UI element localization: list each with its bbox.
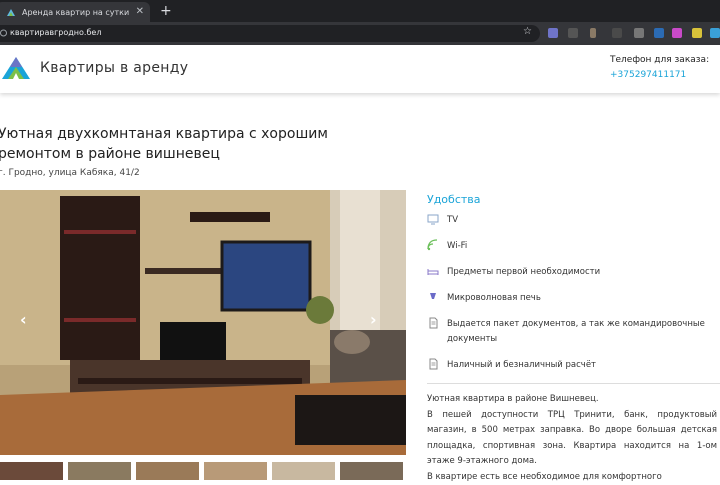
gallery-thumbnail[interactable] (136, 462, 199, 480)
description-heading: Уютная квартира в районе Вишневец. (427, 392, 717, 408)
amenity-label: Выдается пакет документов, а так же кома… (447, 317, 717, 347)
gallery-thumbnail[interactable] (204, 462, 267, 480)
extension-icon[interactable] (548, 28, 558, 38)
wifi-icon (427, 239, 439, 251)
amenities-heading: Удобства (427, 193, 481, 206)
phone-label: Телефон для заказа: (610, 55, 709, 65)
info-icon (0, 29, 7, 37)
amenity-item: Микроволновая печь (427, 291, 717, 306)
document-icon (427, 358, 439, 370)
gallery-thumbnail[interactable] (340, 462, 403, 480)
description-body: В пешей доступности ТРЦ Тринити, банк, п… (427, 408, 717, 470)
listing-title: Уютная двухкомнтаная квартира с хорошим … (0, 124, 328, 164)
browser-tab-bar: Аренда квартир на сутки ✕ + (0, 0, 720, 22)
amenity-item: Предметы первой необходимости (427, 265, 717, 280)
phone-number-link[interactable]: +375297411171 (610, 70, 686, 80)
tab-title: Аренда квартир на сутки (22, 8, 132, 17)
address-bar[interactable]: квартиравгродно.бел ☆ (0, 25, 540, 42)
amenity-label: Наличный и безналичный расчёт (447, 358, 717, 373)
extension-icon[interactable] (654, 28, 664, 38)
extension-icon[interactable] (612, 28, 622, 38)
amenity-item: Wi-Fi (427, 239, 717, 254)
extension-icon[interactable] (710, 28, 720, 38)
extension-icon[interactable] (634, 28, 644, 38)
listing-description: Уютная квартира в районе Вишневец. В пеш… (427, 392, 717, 485)
amenity-label: Предметы первой необходимости (447, 265, 717, 280)
divider (427, 383, 720, 384)
extension-icon[interactable] (692, 28, 702, 38)
bookmark-star-icon[interactable]: ☆ (523, 26, 532, 37)
extension-icon[interactable] (672, 28, 682, 38)
site-favicon-icon (6, 7, 16, 17)
gallery-prev-arrow[interactable]: ‹ (20, 310, 27, 329)
extension-icon[interactable] (568, 28, 578, 38)
new-tab-button[interactable]: + (160, 3, 172, 19)
amenity-label: Wi-Fi (447, 239, 717, 254)
amenity-label: Микроволновая печь (447, 291, 717, 306)
gallery-thumbnail[interactable] (0, 462, 63, 480)
site-header: Квартиры в аренду Телефон для заказа: +3… (0, 45, 720, 93)
amenity-item: TV (427, 213, 717, 228)
apartment-photo (0, 190, 406, 455)
document-icon (427, 317, 439, 329)
tv-icon (427, 213, 439, 225)
listing-address: г. Гродно, улица Кабяка, 41/2 (0, 168, 140, 178)
site-title[interactable]: Квартиры в аренду (40, 60, 188, 76)
browser-tab[interactable]: Аренда квартир на сутки ✕ (0, 2, 150, 22)
bed-icon (427, 265, 439, 277)
gallery-thumbnail[interactable] (68, 462, 131, 480)
gallery-thumbnails (0, 462, 406, 480)
gallery-next-arrow[interactable]: › (370, 310, 377, 329)
close-tab-icon[interactable]: ✕ (136, 6, 144, 18)
site-logo-icon[interactable] (0, 53, 32, 83)
photo-gallery[interactable]: ‹ › (0, 190, 406, 455)
amenity-item: Выдается пакет документов, а так же кома… (427, 317, 717, 347)
description-more: В квартире есть все необходимое для комф… (427, 470, 717, 485)
microwave-icon (427, 291, 439, 303)
amenity-label: TV (447, 213, 717, 228)
gallery-thumbnail[interactable] (272, 462, 335, 480)
url-text[interactable]: квартиравгродно.бел (10, 28, 101, 37)
amenity-item: Наличный и безналичный расчёт (427, 358, 717, 373)
extension-icon[interactable] (590, 28, 596, 38)
